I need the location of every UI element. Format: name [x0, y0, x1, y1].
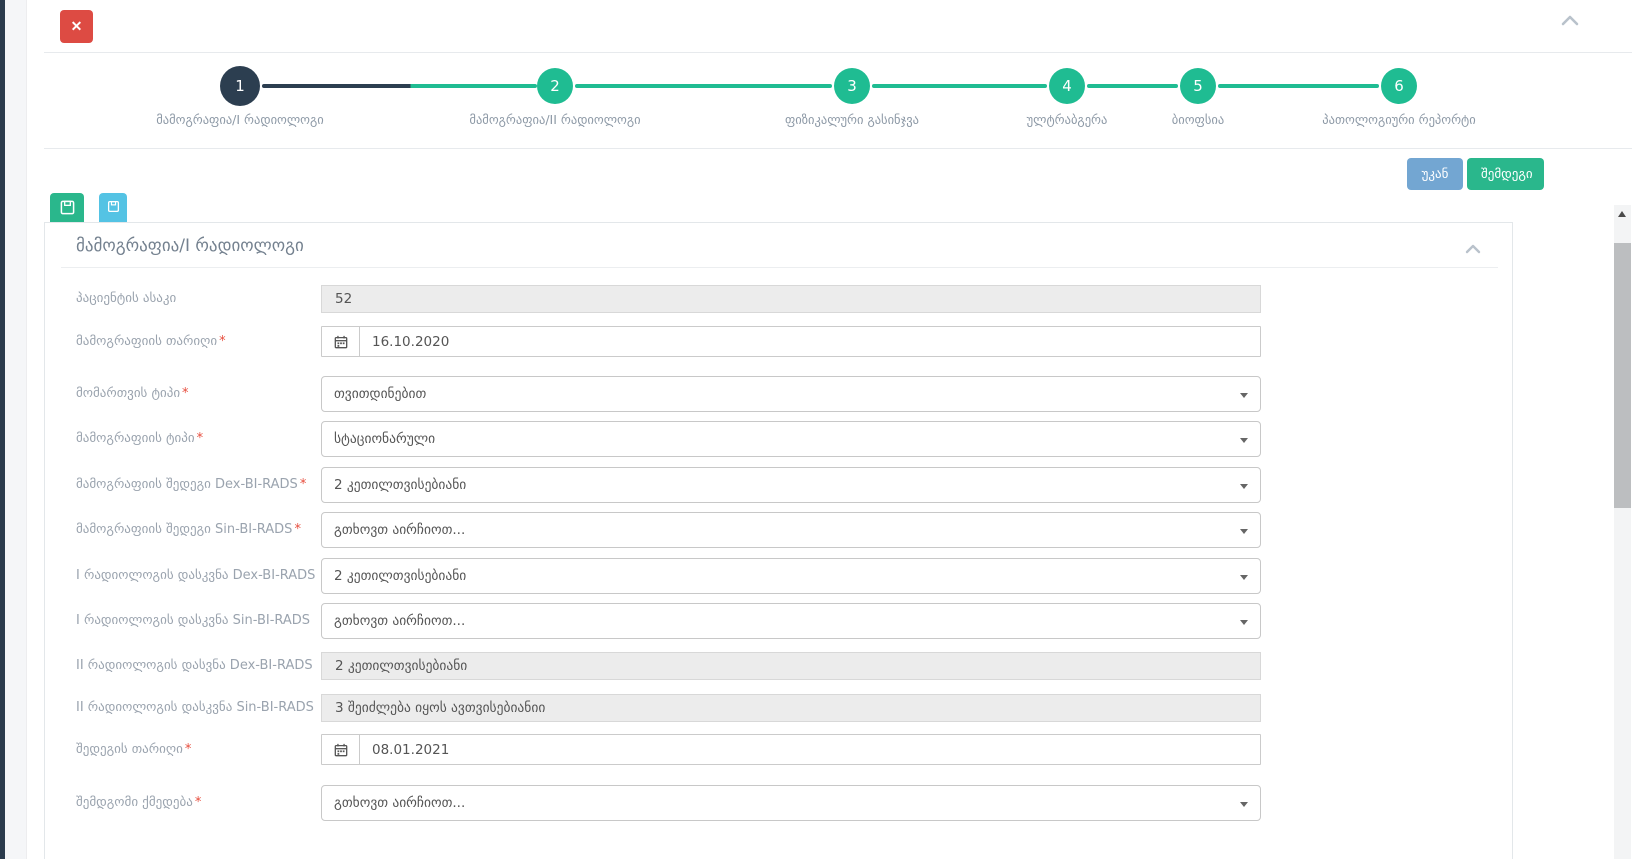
step-5-number: 5: [1193, 77, 1203, 95]
step-6-circle[interactable]: 6: [1381, 68, 1417, 104]
stepper-connector-2-3: [575, 84, 832, 88]
step-6-label: პათოლოგიური რეპორტი: [1322, 112, 1475, 127]
form-panel: მამოგრაფია/I რადიოლოგი პაციენტის ასაკი 5…: [44, 222, 1513, 859]
topbar-divider: [44, 52, 1632, 53]
field-label: II რადიოლოგის დასკვნა Sin-BI-RADS: [76, 694, 316, 722]
field-label: I რადიოლოგის დასკვნა Dex-BI-RADS: [76, 558, 316, 594]
mammography-result-dex-select[interactable]: 2 კეთილთვისებიანი: [321, 467, 1261, 503]
step-2-label: მამოგრაფია/II რადიოლოგი: [469, 112, 640, 127]
field-label: მამოგრაფიის თარიღი*: [76, 326, 316, 357]
document-icon: [107, 200, 120, 213]
stepper-divider: [44, 148, 1632, 149]
field-label: პაციენტის ასაკი: [76, 285, 316, 313]
field-label: I რადიოლოგის დასკვნა Sin-BI-RADS: [76, 603, 316, 639]
form-row: მამოგრაფიის ტიპი* სტაციონარული: [45, 421, 1512, 457]
step-3-label: ფიზიკალური გასინჯვა: [785, 112, 919, 127]
patient-age-field: 52: [321, 285, 1261, 313]
form-row: I რადიოლოგის დასკვნა Dex-BI-RADS 2 კეთილ…: [45, 558, 1512, 594]
result-date-group: [321, 734, 1261, 765]
stepper-connector-5-6: [1218, 84, 1379, 88]
chevron-up-icon: [1465, 244, 1481, 254]
chevron-down-icon: [1240, 575, 1248, 580]
form-row: მამოგრაფიის შედეგი Sin-BI-RADS* გთხოვთ ა…: [45, 512, 1512, 548]
step-4-circle[interactable]: 4: [1049, 68, 1085, 104]
chevron-down-icon: [1240, 802, 1248, 807]
mammography-date-input[interactable]: [360, 327, 1260, 356]
chevron-down-icon: [1240, 438, 1248, 443]
mammography-type-select[interactable]: სტაციონარული: [321, 421, 1261, 457]
section-divider: [61, 267, 1498, 268]
form-row: მომართვის ტიპი* თვითდინებით: [45, 376, 1512, 412]
section-title: მამოგრაფია/I რადიოლოგი: [76, 236, 304, 256]
field-label: მომართვის ტიპი*: [76, 376, 316, 412]
chevron-down-icon: [1240, 620, 1248, 625]
form-row: მამოგრაფიის თარიღი*: [45, 326, 1512, 357]
step-5-circle[interactable]: 5: [1180, 68, 1216, 104]
radiologist1-conclusion-dex-select[interactable]: 2 კეთილთვისებიანი: [321, 558, 1261, 594]
form-row: II რადიოლოგის დასვნა Dex-BI-RADS 2 კეთილ…: [45, 652, 1512, 680]
radiologist2-conclusion-sin-field: 3 შეიძლება იყოს ავთვისებიანიი: [321, 694, 1261, 722]
mammography-date-group: [321, 326, 1261, 357]
stepper-connector-1-2: [262, 84, 537, 88]
form-row: შედეგის თარიღი*: [45, 734, 1512, 765]
field-label: მამოგრაფიის შედეგი Dex-BI-RADS*: [76, 467, 316, 503]
form-row: შემდგომი ქმედება* გთხოვთ აირჩიოთ...: [45, 785, 1512, 821]
field-label: II რადიოლოგის დასვნა Dex-BI-RADS: [76, 652, 316, 680]
chevron-down-icon: [1240, 484, 1248, 489]
chevron-down-icon: [1240, 529, 1248, 534]
step-3-number: 3: [847, 77, 857, 95]
step-4-label: ულტრაბგერა: [1027, 112, 1108, 127]
step-1-circle[interactable]: 1: [220, 66, 260, 106]
scroll-up-button[interactable]: [1614, 205, 1631, 222]
form-row: I რადიოლოგის დასკვნა Sin-BI-RADS გთხოვთ …: [45, 603, 1512, 639]
back-button[interactable]: უკან: [1407, 158, 1463, 190]
field-label: შედეგის თარიღი*: [76, 734, 316, 765]
vertical-scrollbar[interactable]: [1614, 205, 1631, 859]
result-date-input[interactable]: [360, 735, 1260, 764]
form-row: მამოგრაფიის შედეგი Dex-BI-RADS* 2 კეთილთ…: [45, 467, 1512, 503]
field-label: მამოგრაფიის ტიპი*: [76, 421, 316, 457]
field-label: შემდგომი ქმედება*: [76, 785, 316, 821]
collapse-top-button[interactable]: [1556, 12, 1584, 32]
step-6-number: 6: [1394, 77, 1404, 95]
close-button[interactable]: ✕: [60, 10, 93, 43]
page-gutter: [5, 0, 27, 859]
close-icon: ✕: [71, 18, 83, 34]
next-action-select[interactable]: გთხოვთ აირჩიოთ...: [321, 785, 1261, 821]
floppy-icon: [60, 200, 75, 215]
referral-type-select[interactable]: თვითდინებით: [321, 376, 1261, 412]
step-2-number: 2: [550, 77, 560, 95]
step-4-number: 4: [1062, 77, 1072, 95]
step-2-circle[interactable]: 2: [537, 68, 573, 104]
calendar-icon[interactable]: [322, 327, 360, 356]
step-1-label: მამოგრაფია/I რადიოლოგი: [156, 112, 323, 127]
form-row: პაციენტის ასაკი 52: [45, 285, 1512, 313]
wizard-screen: ✕ 1 2 3 4 5 6 მამოგრაფია/I რადიოლოგი მამ…: [0, 0, 1649, 859]
collapse-section-button[interactable]: [1459, 239, 1487, 259]
form-row: II რადიოლოგის დასკვნა Sin-BI-RADS 3 შეიძ…: [45, 694, 1512, 722]
field-label: მამოგრაფიის შედეგი Sin-BI-RADS*: [76, 512, 316, 548]
stepper-connector-4-5: [1087, 84, 1178, 88]
scrollbar-thumb[interactable]: [1614, 243, 1631, 508]
chevron-up-icon: [1561, 15, 1579, 27]
radiologist2-conclusion-dex-field: 2 კეთილთვისებიანი: [321, 652, 1261, 680]
stepper-connector-3-4: [872, 84, 1047, 88]
step-5-label: ბიოფსია: [1172, 112, 1224, 127]
step-1-number: 1: [235, 77, 245, 95]
radiologist1-conclusion-sin-select[interactable]: გთხოვთ აირჩიოთ...: [321, 603, 1261, 639]
chevron-down-icon: [1240, 393, 1248, 398]
calendar-icon[interactable]: [322, 735, 360, 764]
mammography-result-sin-select[interactable]: გთხოვთ აირჩიოთ...: [321, 512, 1261, 548]
step-3-circle[interactable]: 3: [834, 68, 870, 104]
next-button[interactable]: შემდეგი: [1467, 158, 1544, 190]
